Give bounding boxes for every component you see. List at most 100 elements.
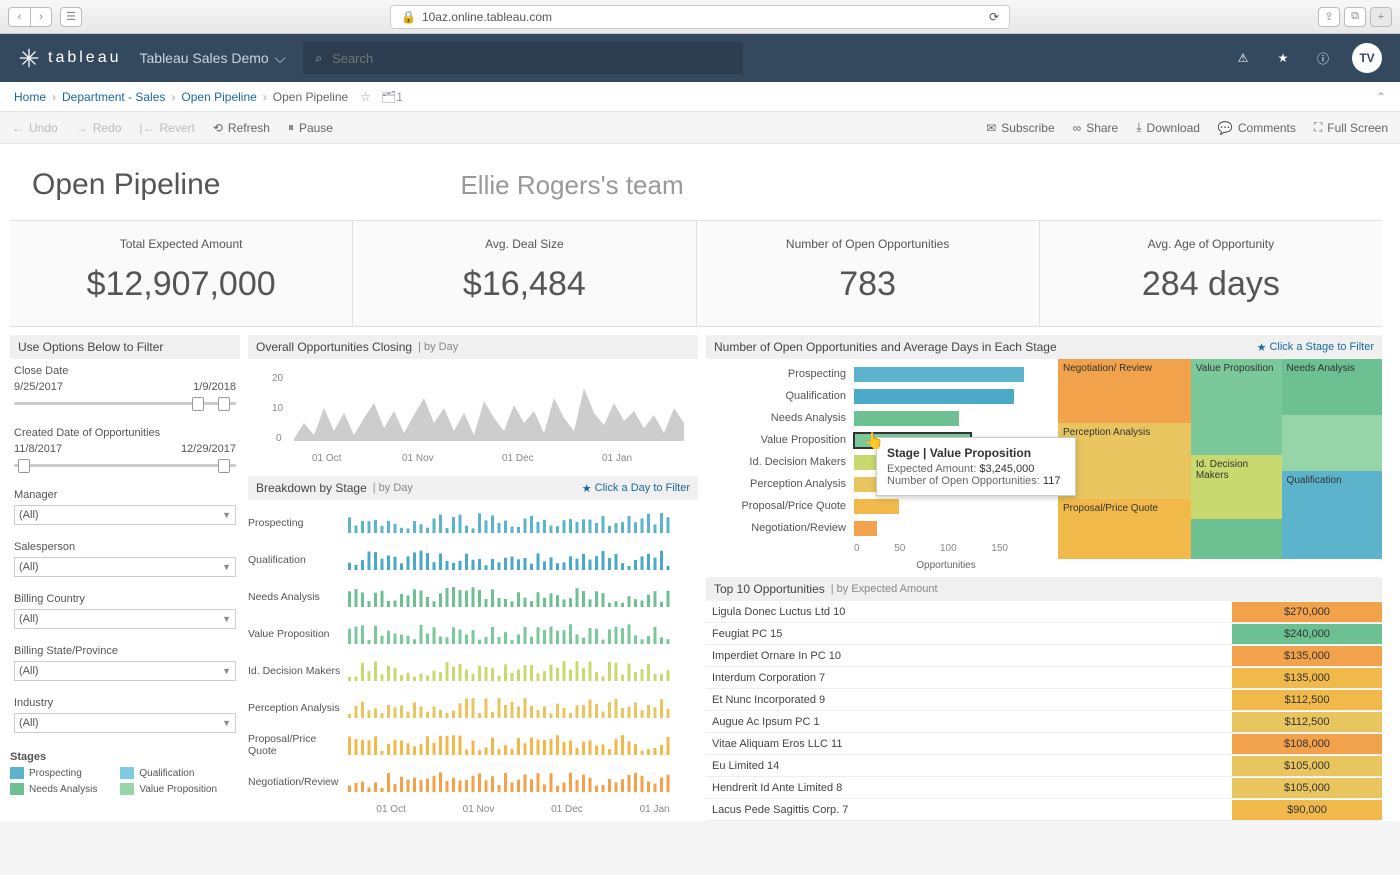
top10-row[interactable]: Imperdiet Ornare In PC 10$135,000 bbox=[706, 645, 1382, 667]
subscribe-button[interactable]: ✉Subscribe bbox=[986, 121, 1054, 135]
breadcrumb: Home› Department - Sales› Open Pipeline›… bbox=[0, 82, 1400, 112]
salesperson-select[interactable]: (All)▼ bbox=[14, 557, 236, 577]
breakdown-row[interactable]: Qualification bbox=[248, 541, 698, 578]
treemap[interactable]: Negotiation/ ReviewPerception AnalysisPr… bbox=[1058, 359, 1382, 559]
treemap-cell[interactable]: Negotiation/ Review bbox=[1058, 359, 1191, 423]
views-icon[interactable]: 🗂1 bbox=[381, 90, 403, 104]
breakdown-row[interactable]: Needs Analysis bbox=[248, 578, 698, 615]
stage-bar-row[interactable]: Prospecting bbox=[714, 363, 1038, 385]
sidebar-button[interactable]: ☰ bbox=[60, 7, 82, 27]
back-button[interactable]: ‹ bbox=[8, 7, 30, 27]
svg-text:01 Nov: 01 Nov bbox=[402, 453, 434, 464]
pause-button[interactable]: ⏸Pause bbox=[288, 120, 333, 135]
subscribe-icon: ✉ bbox=[986, 121, 996, 135]
breakdown-row[interactable]: Prospecting bbox=[248, 504, 698, 541]
stages-hint[interactable]: ★ Click a Stage to Filter bbox=[1257, 341, 1374, 354]
breakdown-row[interactable]: Id. Decision Makers bbox=[248, 652, 698, 689]
download-icon: ⤓ bbox=[1136, 120, 1141, 135]
legend-item[interactable]: Value Proposition bbox=[120, 783, 230, 795]
search-input[interactable] bbox=[332, 51, 731, 66]
breakdown-row[interactable]: Proposal/Price Quote bbox=[248, 726, 698, 763]
top10-row[interactable]: Interdum Corporation 7$135,000 bbox=[706, 667, 1382, 689]
top10-row[interactable]: Vitae Aliquam Eros LLC 11$108,000 bbox=[706, 733, 1382, 755]
share-icon[interactable]: ⇪ bbox=[1318, 7, 1340, 27]
comments-button[interactable]: 💬Comments bbox=[1218, 121, 1296, 135]
industry-select[interactable]: (All)▼ bbox=[14, 713, 236, 733]
kpi-card[interactable]: Number of Open Opportunities783 bbox=[697, 221, 1040, 326]
treemap-cell[interactable]: Perception Analysis bbox=[1058, 423, 1191, 499]
stages-bar-chart[interactable]: Stage | Value Proposition Expected Amoun… bbox=[706, 359, 1046, 571]
legend-item[interactable]: Needs Analysis bbox=[10, 783, 120, 795]
top10-row[interactable]: Eu Limited 14$105,000 bbox=[706, 755, 1382, 777]
kpi-card[interactable]: Avg. Age of Opportunity284 days bbox=[1040, 221, 1382, 326]
new-tab-button[interactable]: + bbox=[1370, 7, 1392, 27]
treemap-cell[interactable]: Id. Decision Makers bbox=[1191, 455, 1282, 519]
treemap-cell[interactable] bbox=[1191, 519, 1282, 559]
treemap-cell[interactable]: Qualification bbox=[1282, 471, 1382, 559]
top10-row[interactable]: Hendrerit Id Ante Limited 8$105,000 bbox=[706, 777, 1382, 799]
filters-title: Use Options Below to Filter bbox=[10, 335, 240, 359]
favorites-icon[interactable]: ★ bbox=[1272, 47, 1294, 69]
dashboard: Open Pipeline Ellie Rogers's team Total … bbox=[0, 144, 1400, 821]
top10-table[interactable]: Ligula Donec Luctus Ltd 10$270,000Feugia… bbox=[706, 601, 1382, 821]
revert-button[interactable]: |←Revert bbox=[139, 121, 194, 135]
treemap-cell[interactable]: Needs Analysis bbox=[1282, 359, 1382, 415]
closing-area-chart[interactable]: 20 10 0 01 Oct 01 Nov 01 Dec 01 Jan bbox=[248, 359, 698, 476]
top10-row[interactable]: Ligula Donec Luctus Ltd 10$270,000 bbox=[706, 601, 1382, 623]
stage-bar-row[interactable]: Proposal/Price Quote bbox=[714, 495, 1038, 517]
treemap-cell[interactable] bbox=[1282, 415, 1382, 471]
tableau-logo[interactable]: tableau bbox=[18, 47, 122, 69]
legend-item[interactable]: Prospecting bbox=[10, 767, 120, 779]
breakdown-row[interactable]: Value Proposition bbox=[248, 615, 698, 652]
search-box[interactable]: ⌕ bbox=[303, 42, 743, 74]
kpi-card[interactable]: Total Expected Amount$12,907,000 bbox=[10, 221, 353, 326]
share-nodes-icon: ∞ bbox=[1073, 121, 1082, 135]
fullscreen-button[interactable]: ⛶Full Screen bbox=[1314, 120, 1388, 135]
forward-button[interactable]: › bbox=[30, 7, 52, 27]
top10-row[interactable]: Et Nunc Incorporated 9$112,500 bbox=[706, 689, 1382, 711]
workbook-selector[interactable]: Tableau Sales Demo ⌵ bbox=[140, 50, 286, 67]
svg-text:01 Jan: 01 Jan bbox=[602, 453, 632, 464]
created-date-slider[interactable] bbox=[14, 459, 236, 473]
treemap-cell[interactable]: Proposal/Price Quote bbox=[1058, 499, 1191, 559]
top10-row[interactable]: Augue Ac Ipsum PC 1$112,500 bbox=[706, 711, 1382, 733]
right-column: Number of Open Opportunities and Average… bbox=[706, 335, 1382, 821]
svg-text:0: 0 bbox=[276, 433, 282, 444]
breakdown-chart[interactable]: ProspectingQualificationNeeds AnalysisVa… bbox=[248, 500, 698, 804]
billing-country-select[interactable]: (All)▼ bbox=[14, 609, 236, 629]
kpi-row: Total Expected Amount$12,907,000Avg. Dea… bbox=[10, 220, 1382, 327]
cursor-icon: 👆 bbox=[864, 431, 884, 451]
kpi-card[interactable]: Avg. Deal Size$16,484 bbox=[353, 221, 696, 326]
close-date-slider[interactable] bbox=[14, 397, 236, 411]
breakdown-row[interactable]: Perception Analysis bbox=[248, 689, 698, 726]
undo-icon: ← bbox=[12, 121, 24, 135]
star-icon[interactable]: ☆ bbox=[360, 90, 371, 104]
breadcrumb-home[interactable]: Home bbox=[14, 90, 46, 104]
breadcrumb-workbook[interactable]: Open Pipeline bbox=[181, 90, 256, 104]
tabs-icon[interactable]: ⧉ bbox=[1344, 7, 1366, 27]
reload-icon[interactable]: ⟳ bbox=[989, 10, 999, 24]
billing-state-select[interactable]: (All)▼ bbox=[14, 661, 236, 681]
chevron-down-icon: ⌵ bbox=[275, 50, 286, 67]
stage-bar-row[interactable]: Needs Analysis bbox=[714, 407, 1038, 429]
breakdown-row[interactable]: Negotiation/Review bbox=[248, 763, 698, 800]
undo-button[interactable]: ←Undo bbox=[12, 121, 58, 135]
breadcrumb-dept[interactable]: Department - Sales bbox=[62, 90, 165, 104]
info-icon[interactable]: ⓘ bbox=[1312, 47, 1334, 69]
avatar[interactable]: TV bbox=[1352, 43, 1382, 73]
alerts-icon[interactable]: ⚠ bbox=[1232, 47, 1254, 69]
top10-row[interactable]: Feugiat PC 15$240,000 bbox=[706, 623, 1382, 645]
stage-bar-row[interactable]: Qualification bbox=[714, 385, 1038, 407]
top10-row[interactable]: Lacus Pede Sagittis Corp. 7$90,000 bbox=[706, 799, 1382, 821]
url-bar[interactable]: 🔒 10az.online.tableau.com ⟳ bbox=[390, 5, 1010, 29]
collapse-icon[interactable]: ⌃ bbox=[1376, 90, 1386, 104]
legend-item[interactable]: Qualification bbox=[120, 767, 230, 779]
share-button[interactable]: ∞Share bbox=[1073, 121, 1119, 135]
redo-button[interactable]: →Redo bbox=[76, 121, 122, 135]
manager-select[interactable]: (All)▼ bbox=[14, 505, 236, 525]
stage-bar-row[interactable]: Negotiation/Review bbox=[714, 517, 1038, 539]
download-button[interactable]: ⤓Download bbox=[1136, 120, 1200, 135]
refresh-button[interactable]: ⟲Refresh bbox=[213, 121, 270, 135]
breakdown-hint[interactable]: ★ Click a Day to Filter bbox=[582, 482, 690, 495]
treemap-cell[interactable]: Value Proposition bbox=[1191, 359, 1282, 455]
